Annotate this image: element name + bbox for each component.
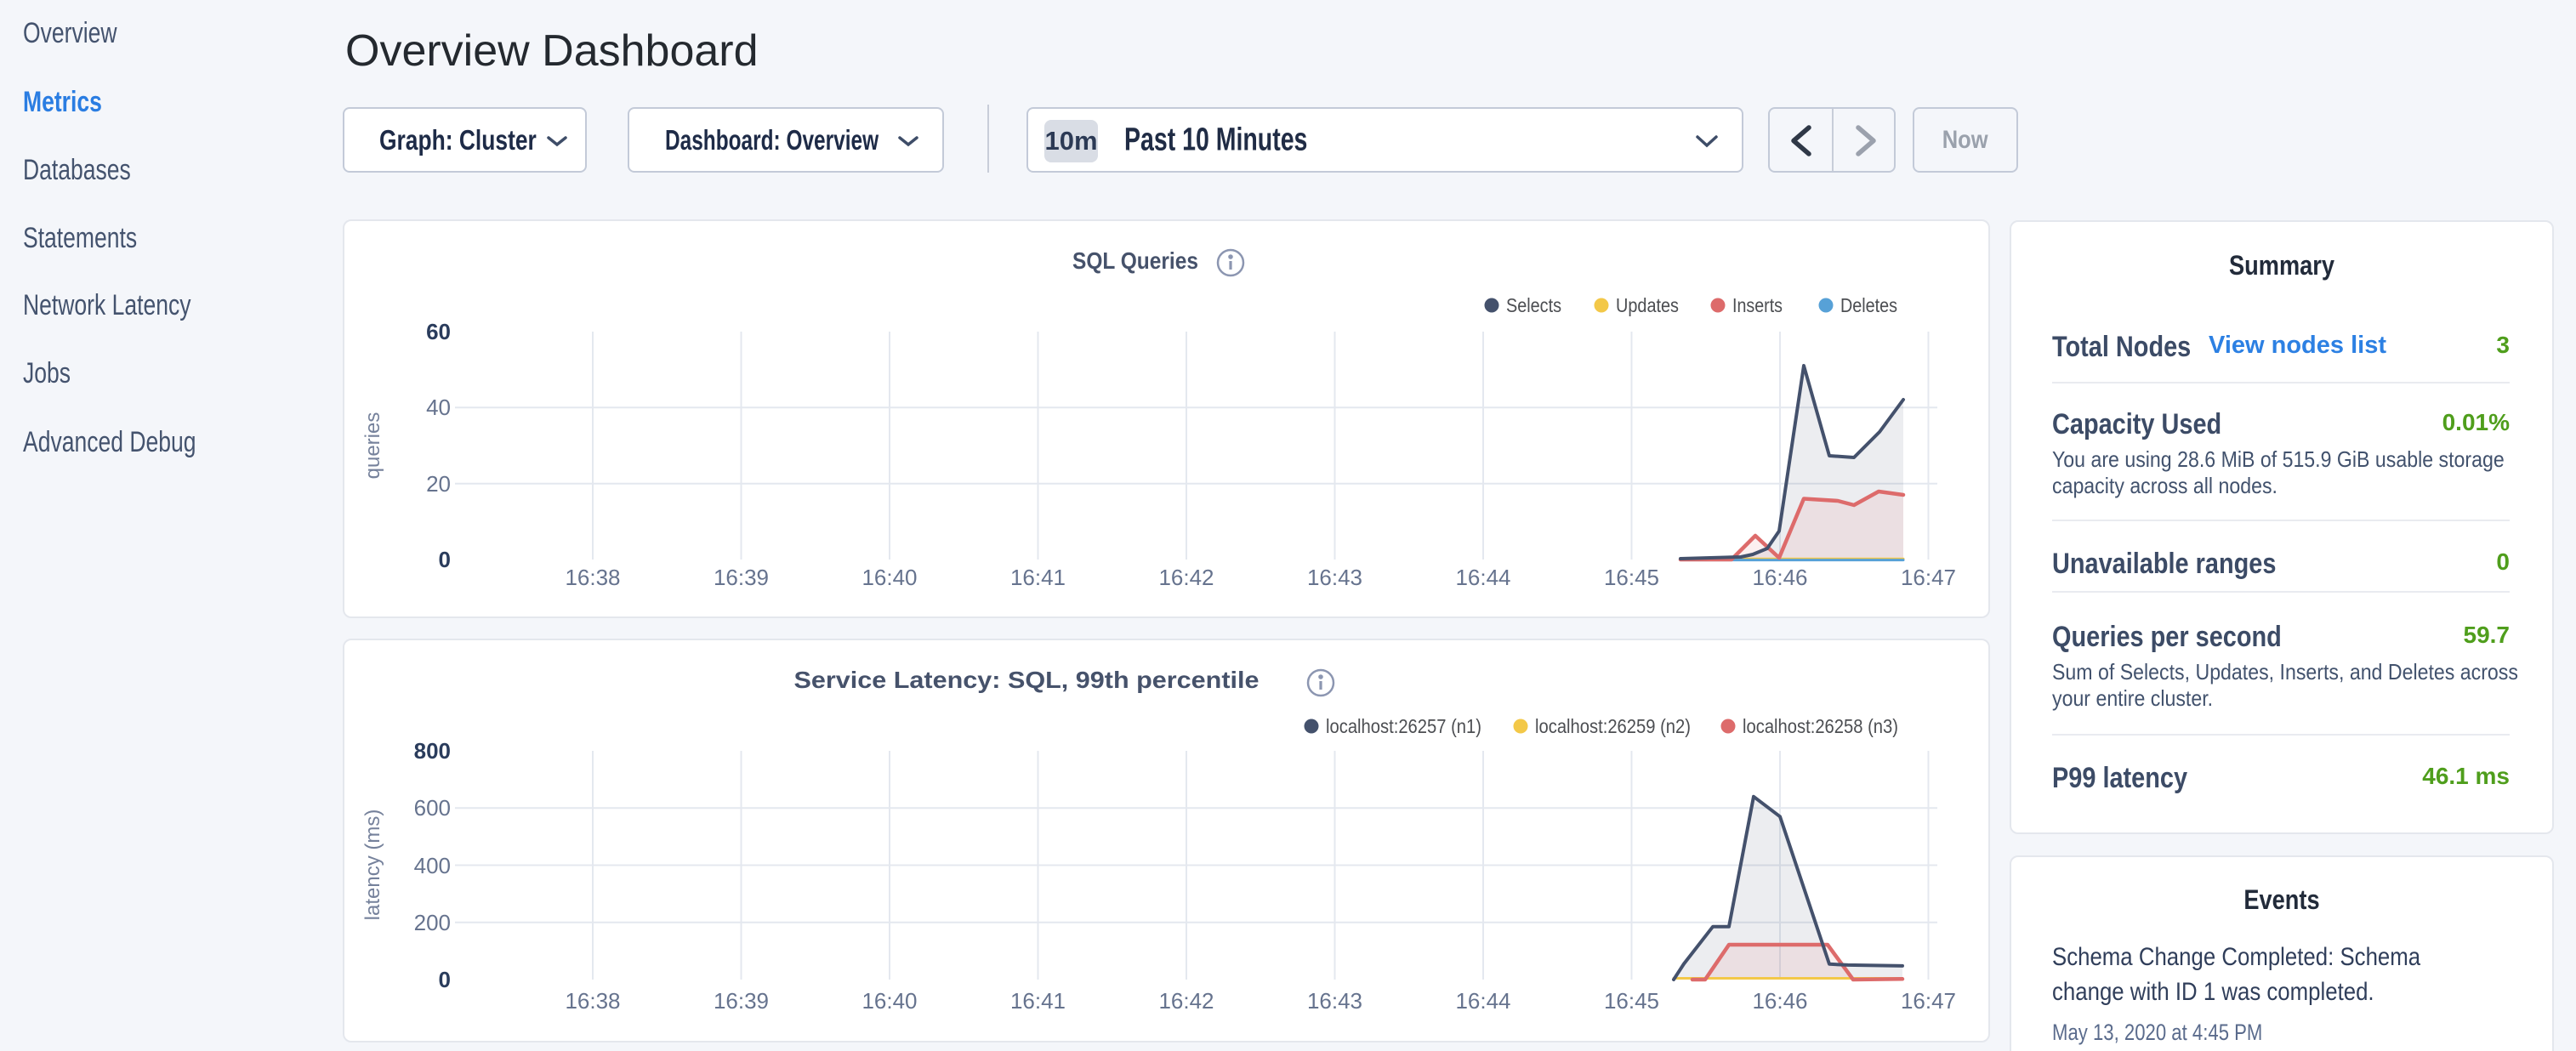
svg-text:16:45: 16:45 [1604, 565, 1659, 590]
svg-text:16:38: 16:38 [565, 988, 620, 1014]
svg-text:0: 0 [439, 547, 451, 572]
svg-text:16:39: 16:39 [714, 988, 769, 1014]
svg-text:Service Latency: SQL, 99th per: Service Latency: SQL, 99th percentile [794, 667, 1260, 693]
svg-text:localhost:26257 (n1): localhost:26257 (n1) [1326, 715, 1481, 737]
svg-text:600: 600 [414, 795, 451, 821]
svg-text:16:47: 16:47 [1901, 988, 1956, 1014]
svg-text:800: 800 [414, 738, 451, 764]
svg-text:20: 20 [426, 471, 451, 497]
svg-text:40: 40 [426, 395, 451, 420]
svg-text:latency (ms): latency (ms) [361, 810, 384, 921]
svg-text:16:42: 16:42 [1158, 565, 1214, 590]
svg-text:16:41: 16:41 [1010, 988, 1066, 1014]
svg-text:Deletes: Deletes [1840, 294, 1897, 316]
svg-text:0: 0 [439, 967, 451, 992]
svg-text:16:41: 16:41 [1010, 565, 1066, 590]
svg-text:16:42: 16:42 [1158, 988, 1214, 1014]
svg-text:SQL Queries: SQL Queries [1072, 247, 1198, 274]
svg-text:200: 200 [414, 910, 451, 935]
svg-text:16:40: 16:40 [862, 565, 917, 590]
svg-text:16:43: 16:43 [1307, 565, 1362, 590]
svg-text:16:38: 16:38 [565, 565, 620, 590]
svg-text:16:44: 16:44 [1455, 565, 1510, 590]
svg-text:16:47: 16:47 [1901, 565, 1956, 590]
svg-text:16:46: 16:46 [1752, 565, 1807, 590]
svg-text:Selects: Selects [1506, 294, 1561, 316]
svg-text:localhost:26258 (n3): localhost:26258 (n3) [1743, 715, 1898, 737]
svg-text:16:46: 16:46 [1752, 988, 1807, 1014]
svg-text:localhost:26259 (n2): localhost:26259 (n2) [1535, 715, 1691, 737]
svg-text:400: 400 [414, 853, 451, 878]
svg-text:16:44: 16:44 [1455, 988, 1510, 1014]
svg-text:Updates: Updates [1616, 294, 1679, 316]
svg-text:16:45: 16:45 [1604, 988, 1659, 1014]
svg-text:16:39: 16:39 [714, 565, 769, 590]
svg-text:16:43: 16:43 [1307, 988, 1362, 1014]
svg-text:queries: queries [361, 412, 384, 480]
svg-text:Inserts: Inserts [1732, 294, 1783, 316]
svg-text:16:40: 16:40 [862, 988, 917, 1014]
svg-text:60: 60 [426, 319, 451, 344]
